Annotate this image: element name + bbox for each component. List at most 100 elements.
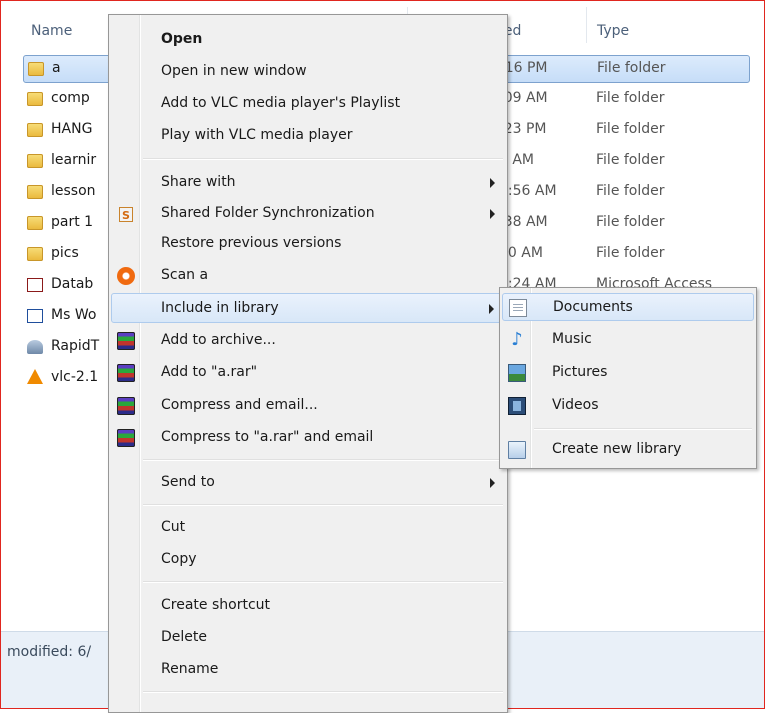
file-name: comp <box>51 90 90 106</box>
submenu-arrow-icon <box>490 178 495 188</box>
menu-item-label: Rename <box>161 661 219 677</box>
new-library-icon <box>508 441 526 459</box>
word-file-icon <box>27 309 43 323</box>
file-name: Ms Wo <box>51 307 97 323</box>
submenu-item-documents[interactable]: Documents <box>502 293 754 321</box>
menu-separator <box>143 158 503 160</box>
videos-library-icon <box>508 397 526 415</box>
menu-item-label: Restore previous versions <box>161 235 342 251</box>
column-header-type[interactable]: Type <box>597 23 629 39</box>
library-submenu: Documents ♪ Music Pictures Videos Create… <box>499 287 757 469</box>
column-header-name[interactable]: Name <box>31 23 72 39</box>
menu-item-label: Videos <box>552 397 599 413</box>
column-divider[interactable] <box>586 7 587 43</box>
submenu-arrow-icon <box>490 209 495 219</box>
menu-item-label: Cut <box>161 519 186 535</box>
folder-icon <box>27 247 43 261</box>
file-type: File folder <box>596 214 665 230</box>
menu-item-scan[interactable]: Scan a <box>111 262 505 290</box>
menu-item-label: Copy <box>161 551 197 567</box>
menu-item-open-in-new-window[interactable]: Open in new window <box>111 58 505 86</box>
file-type: File folder <box>596 245 665 261</box>
file-type: File folder <box>596 90 665 106</box>
menu-item-label: Include in library <box>161 300 279 316</box>
menu-item-label: Send to <box>161 474 215 490</box>
menu-item-shared-folder-sync[interactable]: S Shared Folder Synchronization <box>111 200 505 228</box>
menu-item-label: Open <box>161 31 203 47</box>
file-name: HANG <box>51 121 93 137</box>
menu-item-create-shortcut[interactable]: Create shortcut <box>111 592 505 620</box>
menu-item-open[interactable]: Open <box>111 26 505 54</box>
menu-separator <box>143 459 503 461</box>
menu-separator <box>143 581 503 583</box>
menu-separator <box>534 428 752 430</box>
menu-item-delete[interactable]: Delete <box>111 624 505 652</box>
documents-library-icon <box>509 299 527 317</box>
menu-item-label: Open in new window <box>161 63 307 79</box>
file-name: lesson <box>51 183 96 199</box>
menu-item-rename[interactable]: Rename <box>111 656 505 684</box>
context-menu: Open Open in new window Add to VLC media… <box>108 14 508 713</box>
menu-separator <box>143 691 503 693</box>
menu-item-label: Compress and email... <box>161 397 318 413</box>
menu-item-copy[interactable]: Copy <box>111 546 505 574</box>
submenu-item-music[interactable]: ♪ Music <box>502 326 754 354</box>
file-name: learnir <box>51 152 97 168</box>
file-name: Datab <box>51 276 94 292</box>
file-type: File folder <box>596 152 665 168</box>
menu-item-label: Music <box>552 331 592 347</box>
submenu-item-pictures[interactable]: Pictures <box>502 359 754 387</box>
folder-icon <box>28 62 44 76</box>
menu-item-include-in-library[interactable]: Include in library <box>111 293 505 323</box>
menu-item-send-to[interactable]: Send to <box>111 469 505 497</box>
menu-item-add-to-vlc-playlist[interactable]: Add to VLC media player's Playlist <box>111 90 505 118</box>
folder-icon <box>27 216 43 230</box>
folder-icon <box>27 154 43 168</box>
menu-item-label: Compress to "a.rar" and email <box>161 429 374 445</box>
file-type: File folder <box>596 121 665 137</box>
menu-item-compress-and-email[interactable]: Compress and email... <box>111 392 505 420</box>
shared-folder-sync-icon: S <box>119 207 133 222</box>
menu-item-play-with-vlc[interactable]: Play with VLC media player <box>111 122 505 150</box>
file-type: File folder <box>596 183 665 199</box>
file-name: pics <box>51 245 79 261</box>
submenu-arrow-icon <box>490 478 495 488</box>
menu-item-add-to-archive[interactable]: Add to archive... <box>111 327 505 355</box>
menu-item-restore-previous-versions[interactable]: Restore previous versions <box>111 230 505 258</box>
submenu-arrow-icon <box>489 304 494 314</box>
menu-item-label: Delete <box>161 629 207 645</box>
file-name: part 1 <box>51 214 94 230</box>
menu-item-add-to-a-rar[interactable]: Add to "a.rar" <box>111 359 505 387</box>
menu-item-label: Add to VLC media player's Playlist <box>161 95 401 111</box>
menu-item-compress-to-a-rar-and-email[interactable]: Compress to "a.rar" and email <box>111 424 505 452</box>
menu-item-cut[interactable]: Cut <box>111 514 505 542</box>
file-name: RapidT <box>51 338 100 354</box>
file-name: a <box>52 60 61 76</box>
winrar-icon <box>117 429 135 447</box>
menu-item-label: Add to "a.rar" <box>161 364 258 380</box>
menu-item-label: Pictures <box>552 364 608 380</box>
menu-item-label: Create shortcut <box>161 597 271 613</box>
vlc-cone-icon <box>27 369 43 384</box>
menu-item-label: Play with VLC media player <box>161 127 353 143</box>
menu-item-label: Add to archive... <box>161 332 276 348</box>
menu-item-share-with[interactable]: Share with <box>111 169 505 197</box>
folder-icon <box>27 185 43 199</box>
submenu-item-create-new-library[interactable]: Create new library <box>502 436 754 464</box>
file-name: vlc-2.1 <box>51 369 99 385</box>
menu-item-label: Create new library <box>552 441 682 457</box>
menu-item-label: Shared Folder Synchronization <box>161 205 375 221</box>
file-type: File folder <box>597 60 666 76</box>
menu-item-label: Documents <box>553 299 633 315</box>
access-file-icon <box>27 278 43 292</box>
menu-separator <box>143 504 503 506</box>
details-modified-text: modified: 6/ <box>7 644 92 660</box>
folder-icon <box>27 92 43 106</box>
menu-item-label: Share with <box>161 174 236 190</box>
winrar-icon <box>117 397 135 415</box>
antivirus-scan-icon <box>117 267 135 285</box>
submenu-item-videos[interactable]: Videos <box>502 392 754 420</box>
winrar-icon <box>117 364 135 382</box>
rapidtyping-icon <box>27 340 43 354</box>
winrar-icon <box>117 332 135 350</box>
